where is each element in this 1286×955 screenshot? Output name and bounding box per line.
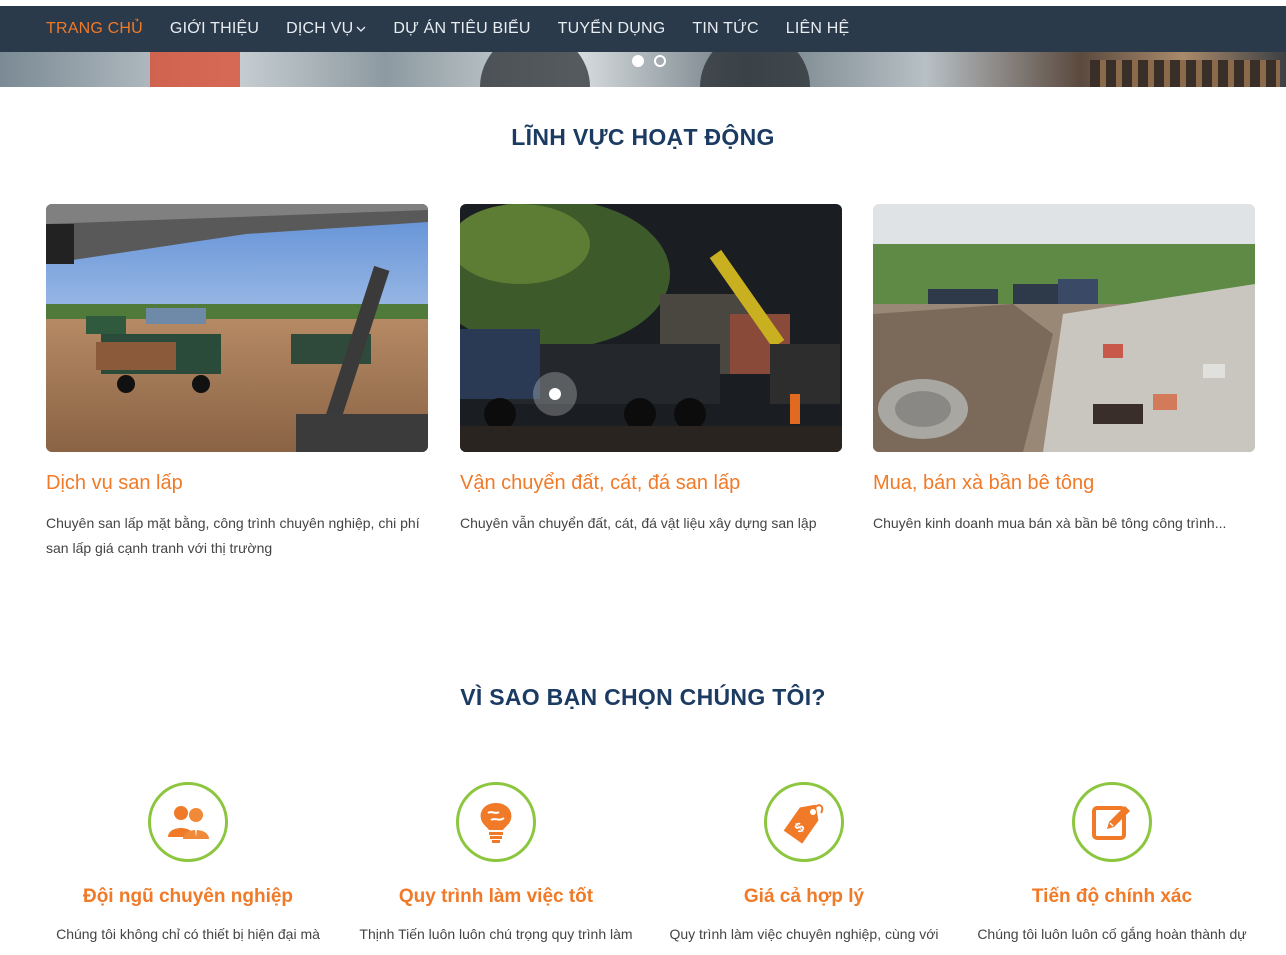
service-photo[interactable] [460, 204, 842, 452]
nav-label: TRANG CHỦ [46, 20, 143, 37]
feature-item: Tiến độ chính xác Chúng tôi luôn luôn cố… [967, 782, 1257, 942]
nav-item-contact[interactable]: LIÊN HỆ [786, 20, 850, 38]
hero-shape [150, 52, 240, 87]
service-card[interactable]: Dịch vụ san lấp Chuyên san lấp mặt bằng,… [46, 204, 428, 561]
nav-label: TUYỂN DỤNG [557, 20, 666, 37]
feature-icon-ring: $ [764, 782, 844, 862]
nav-label: LIÊN HỆ [785, 20, 850, 37]
nav-item-news[interactable]: TIN TỨC [692, 20, 758, 38]
carousel-dot-1[interactable] [632, 55, 644, 67]
feature-desc: Chúng tôi luôn luôn cố gắng hoàn thành d… [977, 926, 1247, 942]
hero-wheel [480, 52, 590, 87]
service-card[interactable]: Mua, bán xà bần bê tông Chuyên kinh doan… [873, 204, 1255, 536]
feature-title: Quy trình làm việc tốt [398, 886, 594, 907]
feature-title: Tiến độ chính xác [1031, 886, 1193, 907]
chevron-down-icon [356, 26, 366, 32]
feature-desc: Chúng tôi không chỉ có thiết bị hiện đại… [56, 926, 320, 942]
hero-track [1090, 60, 1280, 87]
brain-bulb-icon [480, 803, 512, 843]
edit-icon [1092, 806, 1130, 840]
feature-item: Đội ngũ chuyên nghiệp Chúng tôi không ch… [43, 782, 333, 942]
nav-item-careers[interactable]: TUYỂN DỤNG [558, 20, 666, 38]
concrete-rubble-image [873, 204, 1255, 452]
section-title-fields: LĨNH VỰC HOẠT ĐỘNG [511, 124, 775, 150]
service-desc: Chuyên san lấp mặt bằng, công trình chuy… [46, 515, 420, 556]
carousel-dots [632, 55, 666, 67]
service-title[interactable]: Mua, bán xà bần bê tông [873, 472, 1255, 495]
feature-title: Đội ngũ chuyên nghiệp [82, 886, 294, 907]
nav-item-projects[interactable]: DỰ ÁN TIÊU BIỂU [393, 20, 530, 38]
main-navbar: TRANG CHỦ GIỚI THIỆU DỊCH VỤ DỰ ÁN TIÊU … [0, 6, 1286, 52]
price-tag-icon: $ [783, 804, 824, 844]
service-desc: Chuyên vẫn chuyển đất, cát, đá vật liệu … [460, 515, 817, 531]
nav-item-about[interactable]: GIỚI THIỆU [170, 20, 259, 38]
feature-icon-ring [148, 782, 228, 862]
service-title[interactable]: Dịch vụ san lấp [46, 472, 428, 495]
night-truck-image [460, 204, 842, 452]
service-photo[interactable] [873, 204, 1255, 452]
nav-item-services[interactable]: DỊCH VỤ [286, 20, 366, 38]
team-icon [168, 806, 209, 839]
service-card[interactable]: Vận chuyển đất, cát, đá san lấp Chuyên v… [460, 204, 842, 536]
nav-label: DỰ ÁN TIÊU BIỂU [393, 20, 531, 37]
feature-desc: Quy trình làm việc chuyên nghiệp, cùng v… [669, 926, 939, 942]
service-title[interactable]: Vận chuyển đất, cát, đá san lấp [460, 472, 842, 495]
feature-title: Giá cả hợp lý [743, 886, 865, 907]
carousel-dot-2[interactable] [654, 55, 666, 67]
landfill-site-image [46, 204, 428, 452]
section-title-why: VÌ SAO BẠN CHỌN CHÚNG TÔI? [460, 684, 826, 710]
service-desc: Chuyên kinh doanh mua bán xà bần bê tông… [873, 515, 1227, 531]
feature-desc: Thịnh Tiến luôn luôn chú trọng quy trình… [359, 926, 633, 942]
feature-item: Quy trình làm việc tốt Thịnh Tiến luôn l… [351, 782, 641, 942]
service-photo[interactable] [46, 204, 428, 452]
nav-label: DỊCH VỤ [286, 20, 354, 37]
feature-icon-ring [456, 782, 536, 862]
feature-item: $ Giá cả hợp lý Quy trình làm việc chuyê… [659, 782, 949, 942]
nav-label: TIN TỨC [692, 20, 759, 37]
nav-item-home[interactable]: TRANG CHỦ [46, 20, 143, 38]
hero-wheel [700, 52, 810, 87]
feature-icon-ring [1072, 782, 1152, 862]
nav-label: GIỚI THIỆU [169, 20, 260, 37]
